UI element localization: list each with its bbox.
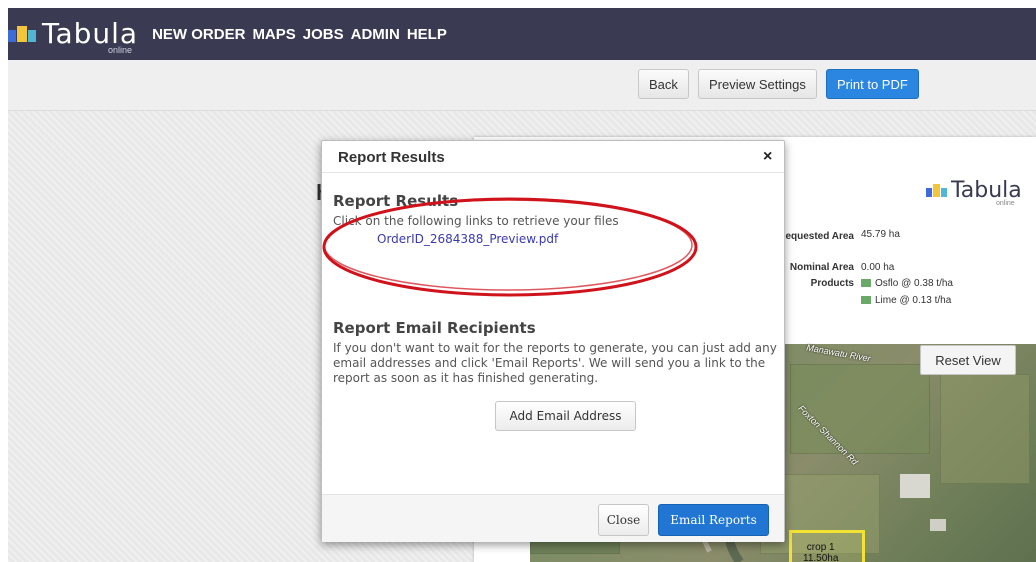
nav-help[interactable]: HELP: [407, 26, 447, 43]
nav-jobs[interactable]: JOBS: [303, 26, 344, 43]
product-item: Lime @ 0.13 t/ha: [861, 295, 951, 306]
logo-subtext: online: [108, 45, 133, 55]
nominal-area-value: 0.00 ha: [861, 262, 895, 273]
product-label: Osflo @ 0.38 t/ha: [875, 278, 953, 289]
back-button[interactable]: Back: [638, 69, 689, 99]
print-to-pdf-button[interactable]: Print to PDF: [826, 69, 919, 99]
modal-title: Report Results: [338, 149, 445, 166]
email-recipients-heading: Report Email Recipients: [333, 319, 536, 337]
report-results-modal: Report Results × Report Results Click on…: [321, 140, 785, 542]
modal-header: Report Results ×: [322, 141, 784, 173]
sheet-logo: Tabula online: [926, 178, 1022, 207]
reset-view-button[interactable]: Reset View: [920, 345, 1016, 375]
crop-name: crop 1: [806, 542, 835, 553]
requested-area-value: 45.79 ha: [861, 229, 900, 240]
sheet-logo-subtext: online: [996, 200, 1015, 207]
email-instructions: If you don't want to wait for the report…: [333, 341, 777, 385]
logo-mark-icon: [8, 24, 38, 44]
preview-settings-button[interactable]: Preview Settings: [698, 69, 817, 99]
crop-area: 11.50ha: [803, 553, 839, 562]
left-gutter: [0, 60, 8, 562]
product-icon: [861, 296, 871, 305]
close-button[interactable]: Close: [598, 504, 649, 536]
top-navbar: Tabula online NEW ORDER MAPS JOBS ADMIN …: [8, 8, 1036, 60]
nav-admin[interactable]: ADMIN: [351, 26, 400, 43]
nav-maps[interactable]: MAPS: [252, 26, 295, 43]
product-item: Osflo @ 0.38 t/ha: [861, 278, 953, 289]
toolbar: Back Preview Settings Print to PDF: [8, 60, 1036, 111]
results-instructions: Click on the following links to retrieve…: [333, 214, 619, 228]
results-heading: Report Results: [333, 192, 459, 210]
product-icon: [861, 279, 871, 288]
nav-new-order[interactable]: NEW ORDER: [152, 26, 245, 43]
screen: Tabula online NEW ORDER MAPS JOBS ADMIN …: [0, 0, 1036, 562]
app-logo[interactable]: Tabula online: [8, 8, 138, 60]
pdf-download-link[interactable]: OrderID_2684388_Preview.pdf: [377, 232, 558, 246]
sheet-logo-mark-icon: [926, 183, 948, 198]
main-nav: NEW ORDER MAPS JOBS ADMIN HELP: [152, 26, 454, 43]
crop-label: crop 1 11.50ha: [803, 542, 838, 562]
modal-footer: Close Email Reports: [322, 494, 784, 542]
logo-text: Tabula: [42, 17, 139, 50]
add-email-address-button[interactable]: Add Email Address: [495, 401, 636, 431]
product-label: Lime @ 0.13 t/ha: [875, 295, 952, 306]
close-icon[interactable]: ×: [763, 148, 772, 166]
email-reports-button[interactable]: Email Reports: [658, 504, 769, 536]
